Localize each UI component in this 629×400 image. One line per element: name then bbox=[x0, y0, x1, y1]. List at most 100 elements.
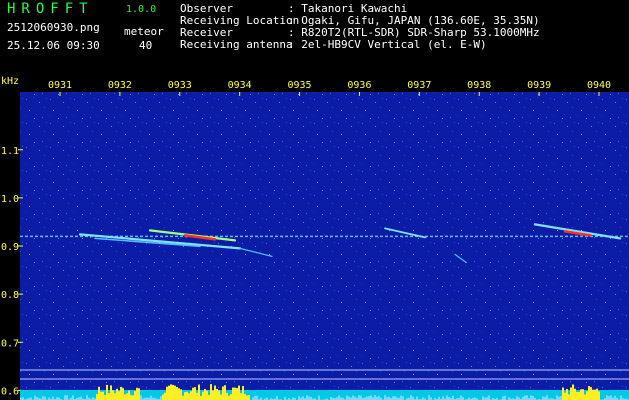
y-axis-label: kHz bbox=[1, 76, 19, 87]
level-spike bbox=[526, 395, 528, 400]
level-spike bbox=[460, 395, 462, 400]
level-spike bbox=[176, 387, 178, 400]
level-spike bbox=[188, 393, 190, 400]
level-spike bbox=[126, 393, 128, 400]
level-spike bbox=[140, 395, 142, 400]
level-spike bbox=[242, 386, 244, 400]
level-spike bbox=[366, 396, 368, 400]
level-spike bbox=[114, 393, 116, 400]
level-spike bbox=[562, 387, 564, 400]
level-spike bbox=[130, 394, 132, 400]
level-spike bbox=[248, 395, 250, 400]
level-spike bbox=[214, 385, 216, 400]
level-spike bbox=[384, 395, 386, 400]
level-spike bbox=[596, 388, 598, 400]
level-spike bbox=[184, 392, 186, 400]
level-spike bbox=[556, 395, 558, 400]
level-spike bbox=[66, 395, 68, 400]
level-spike bbox=[182, 395, 184, 400]
level-spike bbox=[572, 384, 574, 400]
level-spike bbox=[98, 386, 100, 400]
level-spike bbox=[174, 385, 176, 400]
y-tick-label: 1.1 bbox=[1, 146, 19, 157]
level-spike bbox=[530, 395, 532, 400]
level-spike bbox=[378, 395, 380, 400]
level-spike bbox=[52, 396, 54, 400]
level-spike bbox=[220, 394, 222, 400]
y-tick-label: 0.9 bbox=[1, 242, 19, 253]
y-tick-label: 0.8 bbox=[1, 290, 19, 301]
level-spike bbox=[400, 395, 402, 400]
level-spike bbox=[204, 388, 206, 400]
level-spike bbox=[162, 394, 164, 400]
level-spike bbox=[298, 396, 300, 400]
y-tick-label: 0.7 bbox=[1, 338, 19, 349]
level-spike bbox=[106, 384, 108, 400]
meteor-count: 40 bbox=[139, 39, 153, 52]
header-panel: HROFFT 1.0.0 2512060930.png meteor 25.12… bbox=[0, 0, 629, 72]
level-spike bbox=[186, 391, 188, 400]
level-spike bbox=[224, 385, 226, 400]
y-tick-label: 0.6 bbox=[1, 386, 19, 397]
level-spike bbox=[196, 392, 198, 400]
x-tick-label: 0935 bbox=[288, 80, 312, 91]
level-spike bbox=[338, 395, 340, 400]
level-spike bbox=[104, 395, 106, 400]
level-spike bbox=[346, 395, 348, 400]
level-spike bbox=[566, 388, 568, 400]
level-spike bbox=[246, 395, 248, 400]
level-spike bbox=[542, 396, 544, 400]
level-spike bbox=[138, 388, 140, 400]
level-spike bbox=[256, 395, 258, 400]
level-spike bbox=[218, 390, 220, 400]
level-spike bbox=[402, 396, 404, 400]
level-spike bbox=[598, 391, 600, 400]
level-spike bbox=[202, 391, 204, 400]
level-spike bbox=[592, 389, 594, 400]
level-spike bbox=[238, 385, 240, 400]
level-spike bbox=[72, 395, 74, 400]
level-spike bbox=[178, 388, 180, 400]
level-spike bbox=[232, 387, 234, 400]
level-spike bbox=[588, 386, 590, 400]
level-spike bbox=[442, 396, 444, 400]
level-spike bbox=[524, 395, 526, 400]
level-spike bbox=[532, 395, 534, 400]
antenna-value: : 2el-HB9CV Vertical (el. E-W) bbox=[288, 38, 487, 51]
level-spike bbox=[576, 391, 578, 400]
level-spike bbox=[180, 389, 182, 400]
level-spike bbox=[108, 393, 110, 400]
level-spike bbox=[360, 395, 362, 400]
level-spike bbox=[118, 391, 120, 400]
level-spike bbox=[428, 395, 430, 400]
level-spike bbox=[240, 393, 242, 400]
level-spike bbox=[354, 396, 356, 400]
level-spike bbox=[198, 384, 200, 400]
level-spike bbox=[200, 395, 202, 400]
level-spike bbox=[234, 387, 236, 400]
level-spike bbox=[150, 395, 152, 400]
level-spike bbox=[160, 396, 162, 400]
level-spike bbox=[276, 396, 278, 400]
level-spike bbox=[208, 394, 210, 400]
level-spike bbox=[446, 395, 448, 400]
level-spike bbox=[586, 391, 588, 400]
y-tick-label: 1.0 bbox=[1, 194, 19, 205]
level-spike bbox=[410, 395, 412, 400]
level-spike bbox=[568, 394, 570, 400]
level-spike bbox=[80, 396, 82, 400]
level-spike bbox=[100, 391, 102, 400]
x-tick-label: 0936 bbox=[347, 80, 371, 91]
level-spike bbox=[584, 394, 586, 400]
level-spike bbox=[358, 395, 360, 400]
datetime: 25.12.06 09:30 bbox=[7, 39, 100, 52]
level-spike bbox=[102, 391, 104, 400]
level-spike bbox=[164, 392, 166, 400]
level-spike bbox=[416, 396, 418, 400]
level-spike bbox=[134, 391, 136, 400]
level-spike bbox=[166, 386, 168, 400]
level-spike bbox=[136, 387, 138, 400]
spectrogram-area bbox=[20, 92, 629, 400]
level-spike bbox=[122, 388, 124, 400]
level-spike bbox=[308, 396, 310, 400]
